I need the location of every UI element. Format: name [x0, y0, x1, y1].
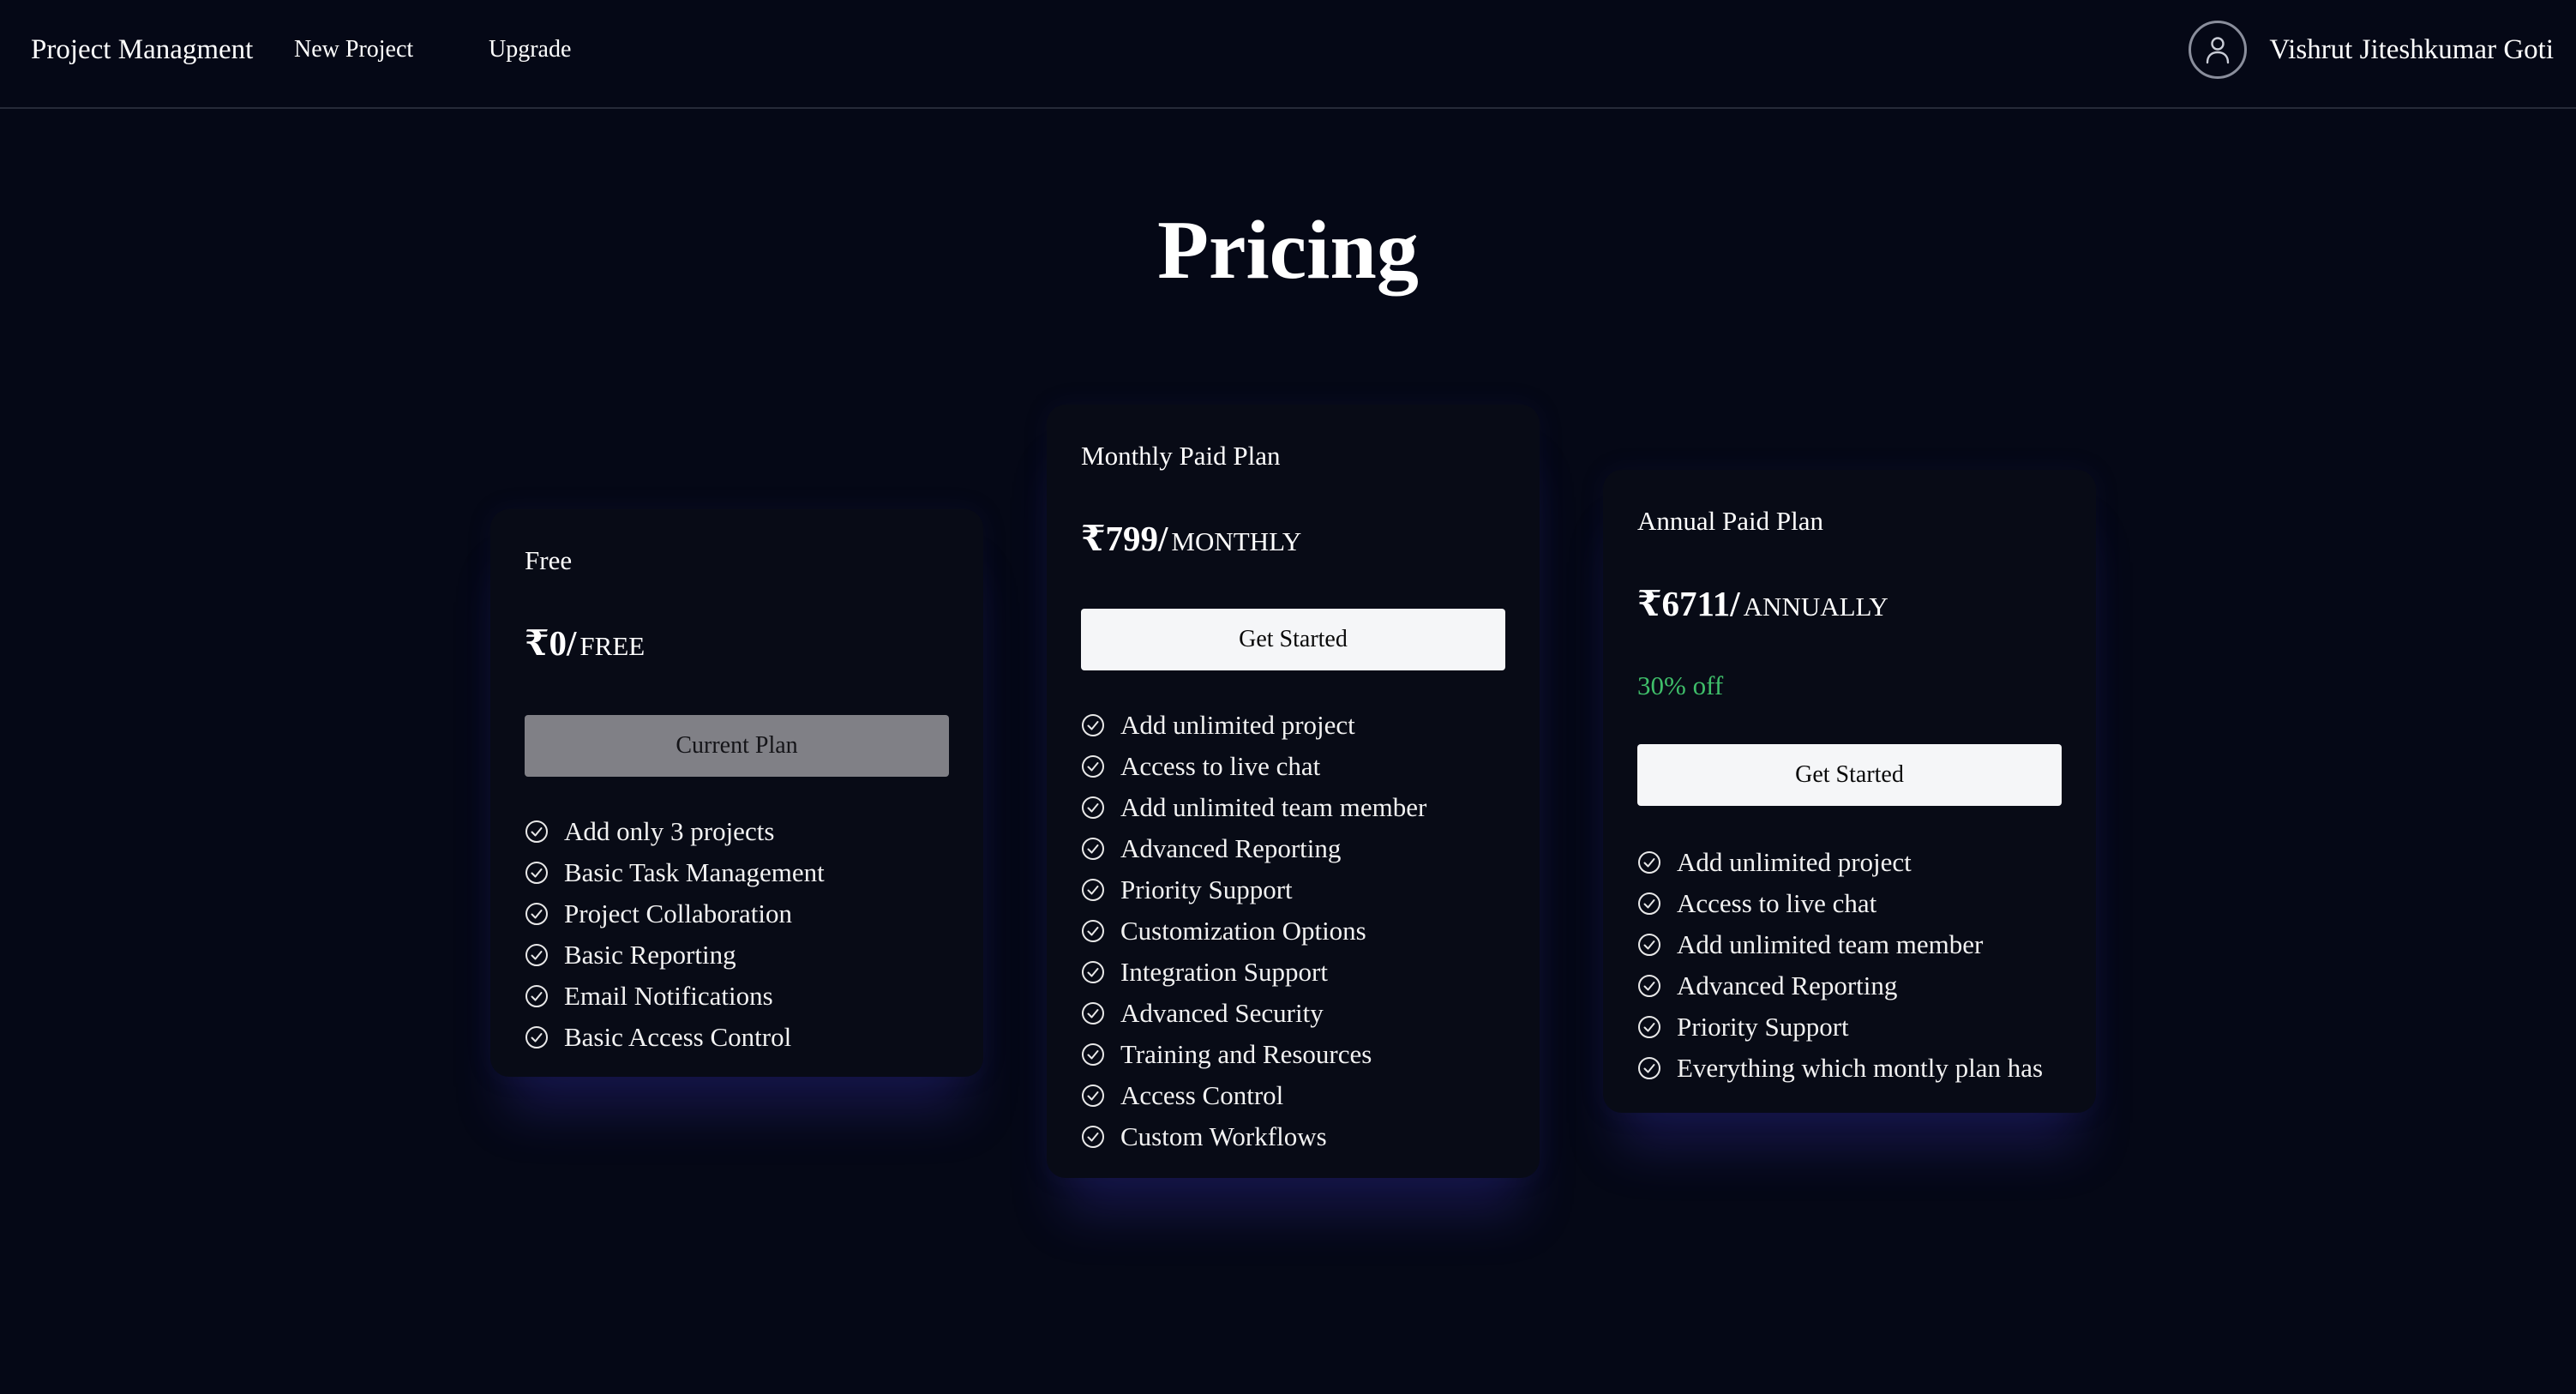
- feature-label: Basic Reporting: [564, 940, 736, 970]
- feature-label: Training and Resources: [1120, 1039, 1372, 1069]
- brand-logo-text[interactable]: Project Managment: [31, 31, 253, 69]
- plan-period: FREE: [579, 631, 646, 661]
- feature-label: Custom Workflows: [1120, 1121, 1327, 1151]
- feature-label: Add unlimited team member: [1120, 792, 1427, 822]
- feature-label: Project Collaboration: [564, 898, 793, 928]
- check-circle-icon: [1082, 1126, 1104, 1148]
- plan-price: ₹6711/: [1637, 584, 1740, 623]
- feature-item: Add unlimited project: [1081, 705, 1505, 746]
- check-circle-icon: [1082, 879, 1104, 901]
- check-circle-icon: [525, 1026, 548, 1049]
- feature-item: Basic Access Control: [525, 1017, 949, 1058]
- plan-card-monthly: Monthly Paid Plan ₹799/ MONTHLY Get Star…: [1047, 405, 1540, 1178]
- get-started-annual-button[interactable]: Get Started: [1637, 744, 2062, 806]
- feature-label: Advanced Security: [1120, 998, 1324, 1028]
- feature-item: Access to live chat: [1081, 746, 1505, 787]
- feature-label: Access Control: [1120, 1080, 1284, 1110]
- check-circle-icon: [525, 944, 548, 966]
- plan-card-annual: Annual Paid Plan ₹6711/ ANNUALLY 30% off…: [1603, 470, 2096, 1113]
- feature-label: Everything which montly plan has: [1677, 1053, 2044, 1083]
- check-circle-icon: [1082, 1002, 1104, 1024]
- feature-item: Custom Workflows: [1081, 1116, 1505, 1157]
- check-circle-icon: [1082, 796, 1104, 819]
- feature-item: Access to live chat: [1637, 883, 2062, 924]
- feature-label: Add unlimited team member: [1677, 929, 1984, 959]
- feature-item: Access Control: [1081, 1075, 1505, 1116]
- check-circle-icon: [1082, 755, 1104, 778]
- feature-item: Priority Support: [1081, 869, 1505, 910]
- check-circle-icon: [1082, 1085, 1104, 1107]
- feature-item: Priority Support: [1637, 1006, 2062, 1048]
- feature-label: Email Notifications: [564, 981, 773, 1011]
- feature-label: Add unlimited project: [1120, 710, 1355, 740]
- nav-new-project-link[interactable]: New Project: [294, 33, 413, 67]
- feature-label: Basic Access Control: [564, 1022, 792, 1052]
- check-circle-icon: [1638, 934, 1660, 956]
- plan-price: ₹799/: [1081, 519, 1168, 558]
- feature-item: Add unlimited team member: [1081, 787, 1505, 828]
- price-row: ₹0/ FREE: [525, 622, 949, 672]
- user-menu[interactable]: Vishrut Jiteshkumar Goti: [2189, 18, 2554, 81]
- check-circle-icon: [1638, 1057, 1660, 1079]
- feature-label: Add unlimited project: [1677, 847, 1912, 877]
- feature-item: Email Notifications: [525, 976, 949, 1017]
- plan-name: Free: [525, 545, 573, 575]
- feature-label: Basic Task Management: [564, 857, 825, 887]
- feature-label: Advanced Reporting: [1677, 970, 1898, 1000]
- check-circle-icon: [1082, 1043, 1104, 1066]
- feature-item: Project Collaboration: [525, 893, 949, 934]
- check-circle-icon: [1638, 851, 1660, 874]
- plan-price: ₹0/: [525, 623, 577, 663]
- feature-item: Basic Reporting: [525, 934, 949, 976]
- nav-upgrade-link[interactable]: Upgrade: [489, 33, 571, 67]
- feature-item: Everything which montly plan has: [1637, 1048, 2062, 1089]
- feature-label: Integration Support: [1120, 957, 1328, 987]
- feature-list: Add unlimited project Access to live cha…: [1637, 842, 2062, 1089]
- top-navbar: Project Managment New Project Upgrade Vi…: [0, 0, 2576, 109]
- plan-name: Annual Paid Plan: [1637, 506, 1823, 536]
- feature-label: Customization Options: [1120, 916, 1366, 946]
- feature-item: Advanced Security: [1081, 993, 1505, 1034]
- check-circle-icon: [1638, 1016, 1660, 1038]
- feature-item: Add unlimited team member: [1637, 924, 2062, 965]
- get-started-monthly-button[interactable]: Get Started: [1081, 609, 1505, 670]
- feature-label: Priority Support: [1677, 1012, 1849, 1042]
- feature-item: Basic Task Management: [525, 852, 949, 893]
- plan-period: ANNUALLY: [1743, 592, 1888, 622]
- feature-list: Add unlimited project Access to live cha…: [1081, 705, 1505, 1157]
- feature-item: Add unlimited project: [1637, 842, 2062, 883]
- check-circle-icon: [1082, 920, 1104, 942]
- price-row: ₹6711/ ANNUALLY: [1637, 583, 2062, 633]
- current-plan-button[interactable]: Current Plan: [525, 715, 949, 777]
- check-circle-icon: [525, 903, 548, 925]
- feature-item: Integration Support: [1081, 952, 1505, 993]
- check-circle-icon: [1082, 838, 1104, 860]
- check-circle-icon: [525, 820, 548, 843]
- feature-item: Add only 3 projects: [525, 811, 949, 852]
- feature-item: Customization Options: [1081, 910, 1505, 952]
- feature-item: Advanced Reporting: [1081, 828, 1505, 869]
- user-name[interactable]: Vishrut Jiteshkumar Goti: [2269, 31, 2554, 69]
- feature-item: Advanced Reporting: [1637, 965, 2062, 1006]
- feature-label: Add only 3 projects: [564, 816, 775, 846]
- check-circle-icon: [1638, 892, 1660, 915]
- plan-name: Monthly Paid Plan: [1081, 441, 1281, 471]
- plan-card-free: Free ₹0/ FREE Current Plan Add only 3 pr…: [490, 509, 983, 1077]
- page-title: Pricing: [1157, 204, 1419, 297]
- discount-label: 30% off: [1637, 670, 1724, 700]
- check-circle-icon: [1082, 961, 1104, 983]
- plan-period: MONTHLY: [1171, 526, 1302, 556]
- check-circle-icon: [525, 862, 548, 884]
- check-circle-icon: [1638, 975, 1660, 997]
- feature-label: Advanced Reporting: [1120, 833, 1342, 863]
- feature-label: Access to live chat: [1677, 888, 1877, 918]
- feature-item: Training and Resources: [1081, 1034, 1505, 1075]
- feature-list: Add only 3 projects Basic Task Managemen…: [525, 811, 949, 1058]
- check-circle-icon: [525, 985, 548, 1007]
- price-row: ₹799/ MONTHLY: [1081, 518, 1505, 568]
- feature-label: Access to live chat: [1120, 751, 1321, 781]
- feature-label: Priority Support: [1120, 874, 1293, 904]
- check-circle-icon: [1082, 714, 1104, 736]
- user-icon[interactable]: [2189, 21, 2248, 79]
